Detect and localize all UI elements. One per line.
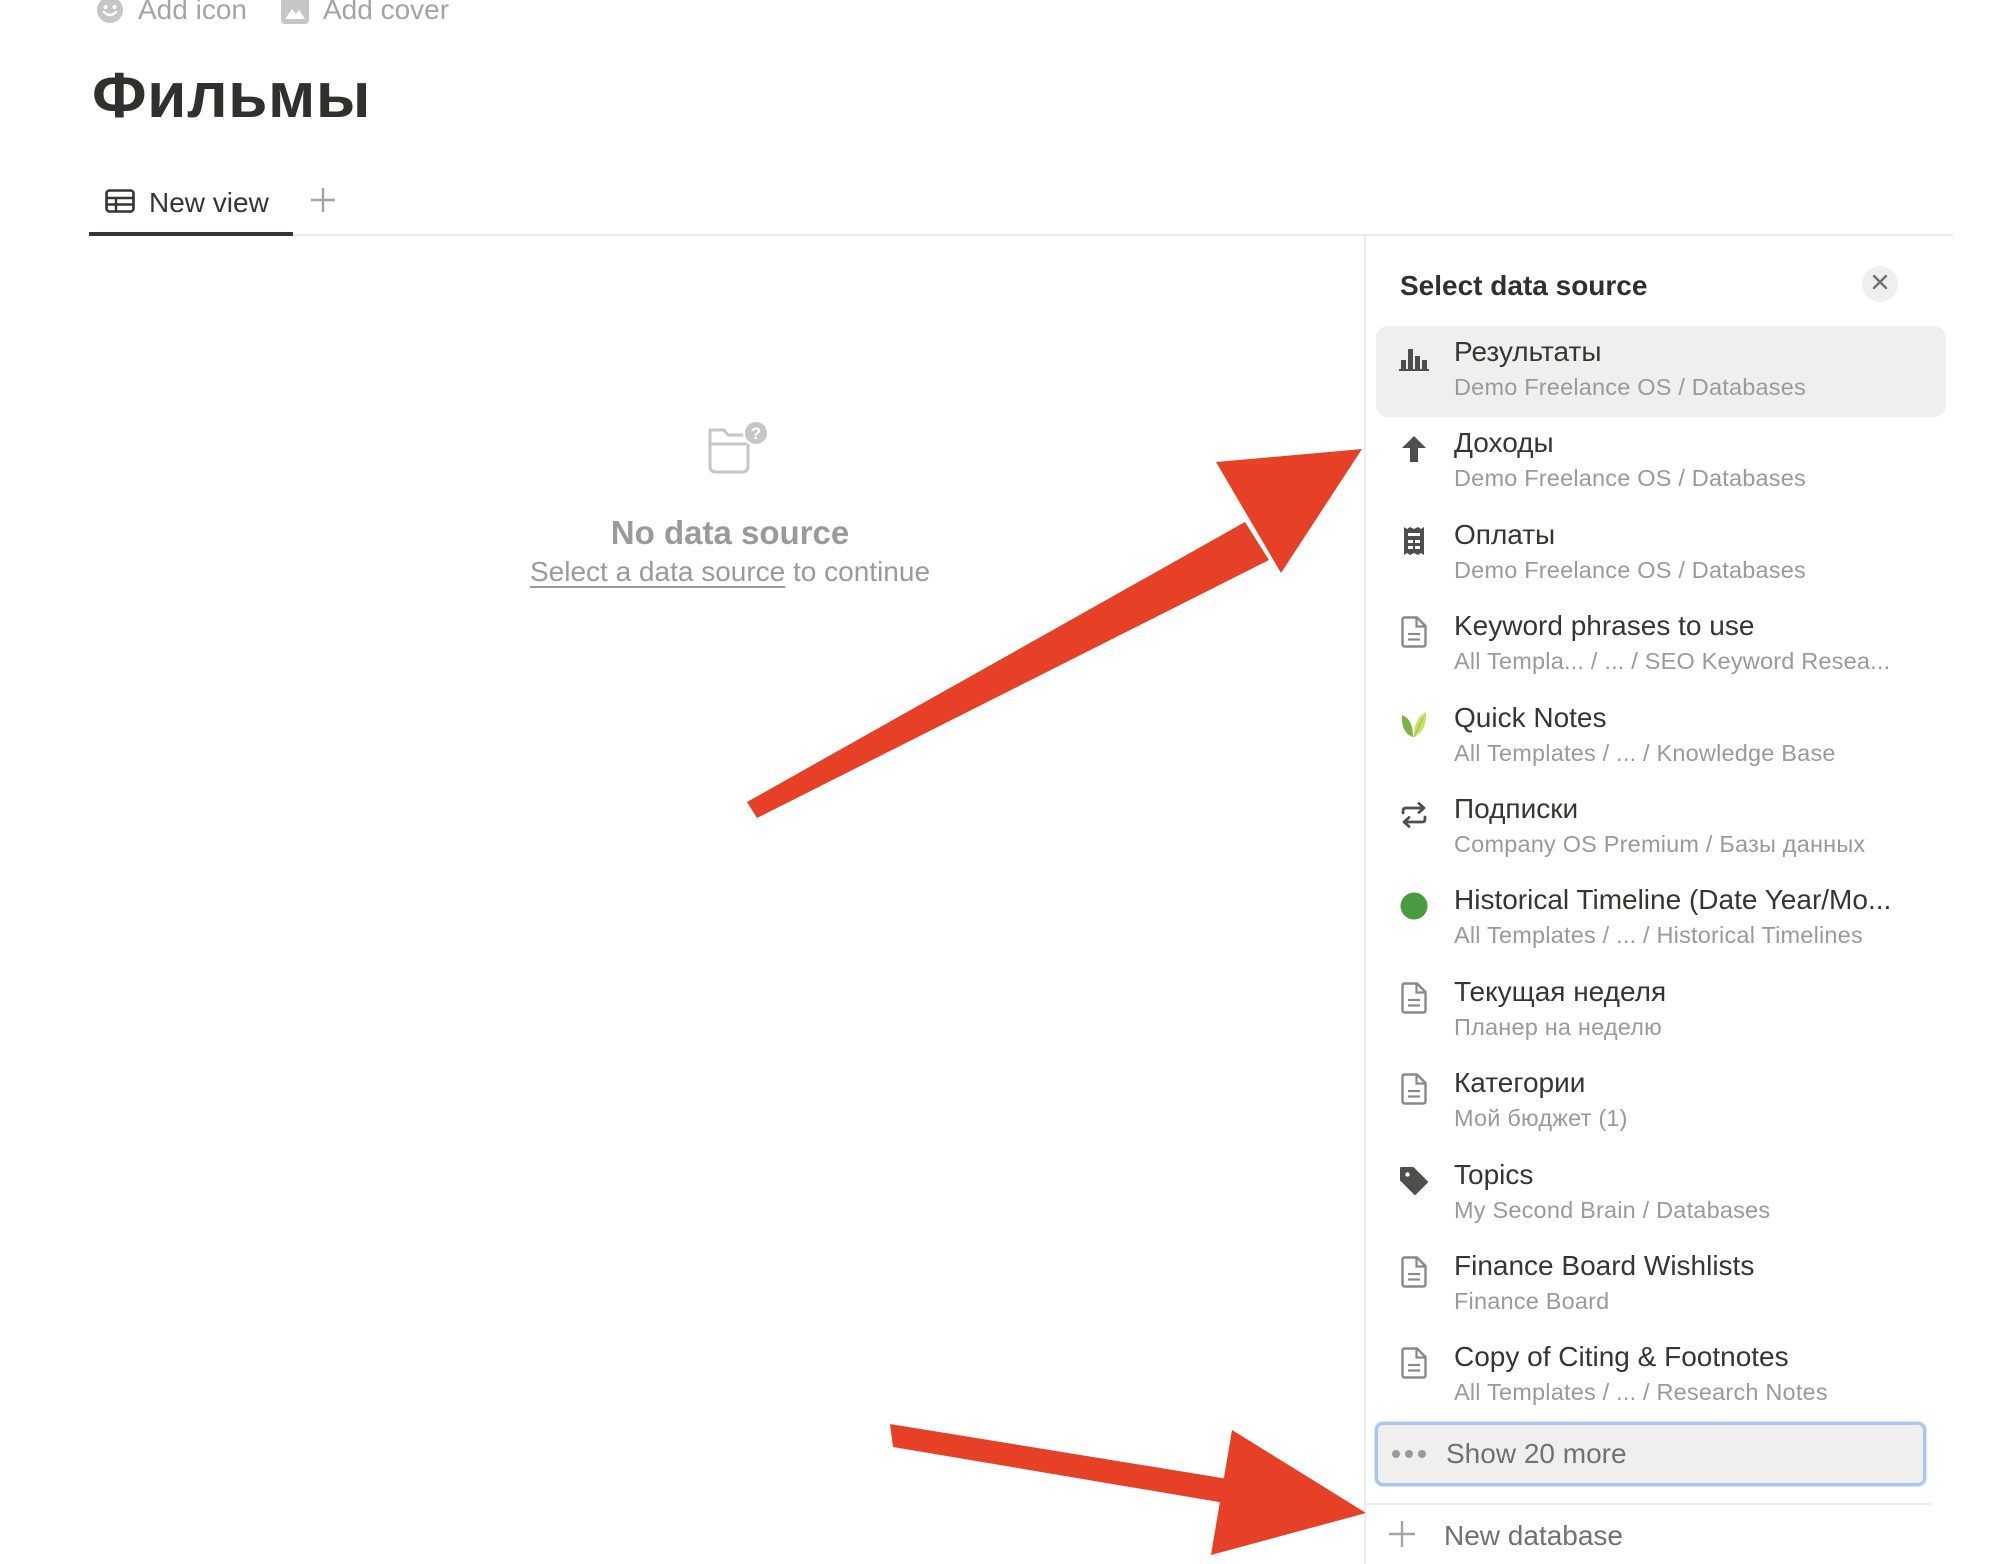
data-source-row[interactable]: Доходы Demo Freelance OS / Databases xyxy=(1376,417,1946,508)
add-view-button[interactable] xyxy=(303,182,343,222)
data-source-title: Quick Notes xyxy=(1454,701,1607,733)
view-tabs: New view xyxy=(89,172,1953,236)
data-source-subtitle: Планер на неделю xyxy=(1454,1013,1662,1040)
tab-new-view[interactable]: New view xyxy=(89,172,293,236)
page-icon xyxy=(1398,1256,1430,1288)
data-source-title: Keyword phrases to use xyxy=(1454,610,1755,642)
data-source-subtitle: All Templates / ... / Knowledge Base xyxy=(1454,739,1836,766)
page-icon xyxy=(1398,1347,1430,1379)
close-panel-button[interactable] xyxy=(1862,266,1898,302)
data-source-subtitle: Demo Freelance OS / Databases xyxy=(1454,465,1806,492)
data-source-title: Historical Timeline (Date Year/Mo... xyxy=(1454,884,1892,916)
data-source-row[interactable]: Оплаты Demo Freelance OS / Databases xyxy=(1376,509,1946,600)
data-source-row[interactable]: Подписки Company OS Premium / Базы данны… xyxy=(1376,783,1946,874)
data-source-row[interactable]: Keyword phrases to use All Templa... / .… xyxy=(1376,600,1946,691)
data-source-row[interactable]: Текущая неделя Планер на неделю xyxy=(1376,966,1946,1057)
data-source-subtitle: Demo Freelance OS / Databases xyxy=(1454,556,1806,583)
annotation-arrow-to-new-database xyxy=(890,1424,1366,1555)
green-circle-icon xyxy=(1398,890,1430,922)
data-source-title: Текущая неделя xyxy=(1454,975,1667,1007)
panel-title: Select data source xyxy=(1400,270,1648,301)
page-icon xyxy=(1398,616,1430,648)
new-database-label: New database xyxy=(1444,1520,1624,1551)
page-title[interactable]: Фильмы xyxy=(92,58,371,132)
close-icon xyxy=(1872,274,1888,295)
data-source-title: Доходы xyxy=(1454,427,1554,459)
data-source-title: Topics xyxy=(1454,1158,1534,1190)
empty-state-suffix: to continue xyxy=(793,556,931,587)
data-source-row[interactable]: Historical Timeline (Date Year/Mo... All… xyxy=(1376,874,1946,965)
add-icon-button[interactable]: Add icon xyxy=(96,0,247,28)
data-source-title: Оплаты xyxy=(1454,518,1556,550)
panel-divider xyxy=(1366,1503,1932,1505)
tab-label: New view xyxy=(149,187,269,218)
data-source-subtitle: Demo Freelance OS / Databases xyxy=(1454,374,1806,400)
tag-icon xyxy=(1398,1165,1430,1197)
data-source-subtitle: Ultimate Teacher Planner... / ... / Data… xyxy=(1454,310,1872,311)
data-source-row[interactable]: Copy of Citing & Footnotes All Templates… xyxy=(1376,1331,1946,1422)
empty-state-title: No data source xyxy=(610,514,850,551)
add-icon-label: Add icon xyxy=(138,0,247,25)
data-source-row-partial[interactable]: Ultimate Teacher Planner... / ... / Data… xyxy=(1376,310,1946,326)
data-source-subtitle: All Templates / ... / Research Notes xyxy=(1454,1379,1828,1406)
data-source-subtitle: Company OS Premium / Базы данных xyxy=(1454,830,1866,857)
plus-icon xyxy=(1388,1520,1416,1553)
data-source-subtitle: All Templates / ... / Historical Timelin… xyxy=(1454,922,1863,949)
select-data-source-panel: Select data source Ultimate Teacher Plan… xyxy=(1364,236,1956,1564)
table-icon xyxy=(105,188,135,218)
data-source-title: Категории xyxy=(1454,1067,1586,1099)
data-source-row[interactable]: Finance Board Wishlists Finance Board xyxy=(1376,1240,1946,1331)
data-source-title: Результаты xyxy=(1454,336,1602,367)
receipt-icon xyxy=(1398,525,1430,557)
show-more-button[interactable]: Show 20 more xyxy=(1375,1422,1926,1486)
empty-state: ? No data source Select a data source to… xyxy=(500,420,960,588)
image-icon xyxy=(281,0,309,24)
data-source-row[interactable]: Topics My Second Brain / Databases xyxy=(1376,1149,1946,1240)
repeat-icon xyxy=(1398,799,1430,831)
add-cover-button[interactable]: Add cover xyxy=(281,0,449,28)
leaf-icon xyxy=(1398,708,1430,740)
data-source-row[interactable]: Quick Notes All Templates / ... / Knowle… xyxy=(1376,692,1946,783)
arrow-up-icon xyxy=(1398,433,1430,465)
data-source-title: Подписки xyxy=(1454,792,1579,824)
svg-text:?: ? xyxy=(751,424,761,443)
data-source-title: Copy of Citing & Footnotes xyxy=(1454,1341,1789,1373)
new-database-button[interactable]: New database xyxy=(1388,1508,1623,1564)
plus-icon xyxy=(310,187,336,218)
page-icon xyxy=(1398,982,1430,1014)
data-source-list[interactable]: Ultimate Teacher Planner... / ... / Data… xyxy=(1366,310,1956,1424)
data-source-subtitle: Finance Board xyxy=(1454,1287,1610,1314)
show-more-label: Show 20 more xyxy=(1446,1438,1627,1469)
data-source-row[interactable]: Результаты Demo Freelance OS / Databases xyxy=(1376,326,1946,418)
bar-chart-icon xyxy=(1398,342,1430,374)
data-source-row[interactable]: Категории Мой бюджет (1) xyxy=(1376,1057,1946,1148)
select-data-source-link[interactable]: Select a data source xyxy=(530,556,785,587)
data-source-subtitle: Мой бюджет (1) xyxy=(1454,1105,1628,1132)
folder-question-icon: ? xyxy=(500,420,960,478)
data-source-title: Finance Board Wishlists xyxy=(1454,1249,1755,1281)
data-source-subtitle: My Second Brain / Databases xyxy=(1454,1196,1771,1223)
smiley-icon xyxy=(96,0,124,24)
page-icon xyxy=(1398,1073,1430,1105)
add-cover-label: Add cover xyxy=(323,0,450,25)
more-dots-icon xyxy=(1392,1450,1432,1458)
data-source-subtitle: All Templa... / ... / SEO Keyword Resea.… xyxy=(1454,648,1891,675)
empty-state-subtitle: Select a data source to continue xyxy=(500,556,960,588)
